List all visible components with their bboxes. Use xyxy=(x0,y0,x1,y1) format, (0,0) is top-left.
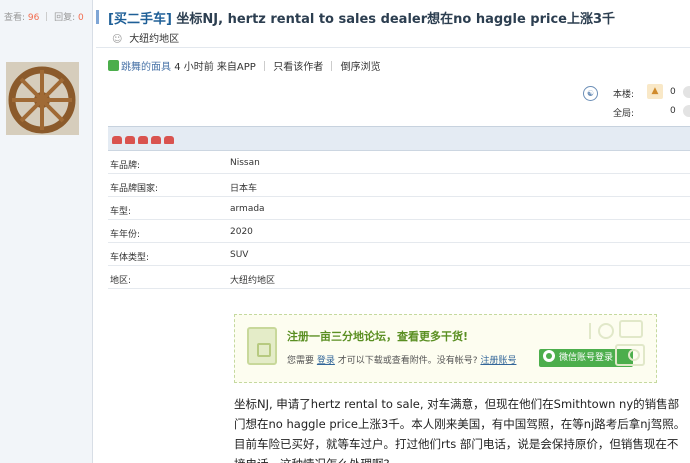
login-middle: 才可以下载或查看附件。没有帐号? xyxy=(337,356,478,366)
spec-row: 车品牌: Nissan xyxy=(108,151,690,174)
avatar[interactable] xyxy=(6,62,79,135)
spec-value: 2020 xyxy=(230,227,253,237)
login-link[interactable]: 登录 xyxy=(317,356,335,366)
post-time: 4 小时前 xyxy=(174,62,214,73)
post-via[interactable]: 来自APP xyxy=(217,62,256,73)
stats-divider xyxy=(46,12,48,21)
all-vote-label: 全局: xyxy=(613,109,635,119)
vote-box: ☯ 本楼: ▲ 0 全局: 0 xyxy=(583,84,690,124)
car-spec-table: 车品牌: Nissan 车品牌国家: 日本车 车型: armada 车年份: 2… xyxy=(108,126,690,289)
thread-region[interactable]: ☺ 大纽约地区 xyxy=(112,30,179,45)
user-icon: ☺ xyxy=(112,34,123,45)
post-author-row: 跳舞的面具 4 小时前 来自APP 只看该作者 倒序浏览 xyxy=(108,58,381,73)
spec-value: Nissan xyxy=(230,158,260,168)
wechat-icon xyxy=(543,350,555,362)
spec-table-header xyxy=(108,127,690,151)
avatar-wheel-image xyxy=(6,62,79,135)
spec-key: 地区: xyxy=(110,276,132,286)
replies-count: 0 xyxy=(78,13,84,23)
floor-vote-count: 0 xyxy=(670,87,676,97)
floor-toggle[interactable] xyxy=(683,86,690,98)
car-icon xyxy=(138,136,148,144)
login-prompt-box: 注册一亩三分地论坛，查看更多干货! 您需要 登录 才可以下载或查看附件。没有帐号… xyxy=(234,314,657,383)
divider xyxy=(331,61,333,71)
rating-icon[interactable]: ☯ xyxy=(583,86,598,101)
car-icon xyxy=(112,136,122,144)
title-accent-bar xyxy=(96,10,99,24)
floor-vote-label: 本楼: xyxy=(613,90,635,100)
spec-value: 大纽约地区 xyxy=(230,276,276,286)
spec-key: 车品牌国家: xyxy=(110,184,159,194)
locked-document-icon xyxy=(247,327,277,365)
views-count: 96 xyxy=(27,13,40,23)
spec-key: 车品牌: xyxy=(110,161,141,171)
spec-value: armada xyxy=(230,204,265,214)
media-decoration-icon xyxy=(589,320,645,366)
thread-header: [买二手车] 坐标NJ, hertz rental to sales deale… xyxy=(96,4,690,48)
spec-row: 车品牌国家: 日本车 xyxy=(108,174,690,197)
login-prompt-text: 您需要 登录 才可以下载或查看附件。没有帐号? 注册账号 xyxy=(287,353,516,366)
replies-label: 回复: xyxy=(54,13,76,23)
thread-title-text: 坐标NJ, hertz rental to sales dealer想在no h… xyxy=(176,12,616,27)
thread-title: [买二手车] 坐标NJ, hertz rental to sales deale… xyxy=(108,8,615,27)
spec-key: 车型: xyxy=(110,207,132,217)
spec-row: 车年份: 2020 xyxy=(108,220,690,243)
all-vote-count: 0 xyxy=(670,106,676,116)
thumbs-up-icon[interactable]: ▲ xyxy=(647,84,663,99)
author-link[interactable]: 跳舞的面具 xyxy=(121,62,171,73)
register-link[interactable]: 注册账号 xyxy=(480,356,516,366)
only-author-link[interactable]: 只看该作者 xyxy=(273,62,323,73)
spec-key: 车年份: xyxy=(110,230,141,240)
spec-row: 车型: armada xyxy=(108,197,690,220)
thread-stats: 查看: 96 回复: 0 xyxy=(4,10,84,23)
spec-value: SUV xyxy=(230,250,249,260)
car-icon xyxy=(151,136,161,144)
spec-row: 车体类型: SUV xyxy=(108,243,690,266)
post-body: 坐标NJ, 申请了hertz rental to sale, 对车满意，但现在他… xyxy=(234,397,686,463)
car-icon xyxy=(164,136,174,144)
divider xyxy=(264,61,266,71)
all-toggle[interactable] xyxy=(683,105,690,117)
thread-tag[interactable]: [买二手车] xyxy=(108,12,172,27)
car-icon xyxy=(125,136,135,144)
left-column: 查看: 96 回复: 0 xyxy=(0,0,93,463)
spec-value: 日本车 xyxy=(230,184,258,194)
login-prompt-title: 注册一亩三分地论坛，查看更多干货! xyxy=(287,330,469,343)
region-label: 大纽约地区 xyxy=(129,34,180,45)
spec-row: 地区: 大纽约地区 xyxy=(108,266,690,289)
reverse-order-link[interactable]: 倒序浏览 xyxy=(341,62,381,73)
login-prefix: 您需要 xyxy=(287,356,315,366)
views-label: 查看: xyxy=(4,13,26,23)
app-icon xyxy=(108,60,119,71)
spec-key: 车体类型: xyxy=(110,253,150,263)
